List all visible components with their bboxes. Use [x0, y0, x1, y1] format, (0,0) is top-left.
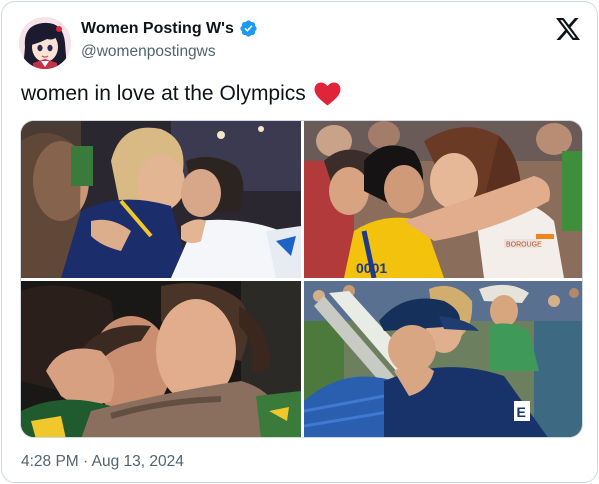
photo-3[interactable]	[21, 281, 301, 437]
photo-4-logo: E	[517, 404, 526, 420]
photo-4-image: E	[304, 281, 582, 437]
media-grid: 0001 BOROUGE E	[20, 120, 583, 438]
author-display-name[interactable]: Women Posting W's	[81, 20, 234, 38]
author-avatar[interactable]	[19, 17, 71, 69]
x-logo-icon[interactable]	[556, 18, 580, 40]
photo-1-image	[21, 121, 301, 278]
photo-3-image	[21, 281, 301, 437]
tweet-body: women in love at the Olympics	[21, 82, 306, 105]
photo-2[interactable]: 0001 BOROUGE	[304, 121, 582, 278]
photo-2-patch: BOROUGE	[506, 242, 542, 249]
photo-4[interactable]: E	[304, 281, 582, 437]
photo-1[interactable]	[21, 121, 301, 278]
anime-avatar-icon	[19, 17, 71, 69]
photo-2-jersey-number: 0001	[356, 260, 387, 276]
author-handle[interactable]: @womenpostingws	[81, 43, 216, 61]
tweet-text: women in love at the Olympics	[21, 82, 341, 106]
photo-2-image: 0001 BOROUGE	[304, 121, 582, 278]
red-heart-emoji-icon	[314, 82, 341, 106]
tweet-timestamp[interactable]: 4:28 PM · Aug 13, 2024	[21, 453, 184, 471]
tweet-card: Women Posting W's @womenpostingws women …	[1, 1, 598, 483]
author-name-row[interactable]: Women Posting W's	[81, 19, 258, 38]
verified-badge-icon	[240, 20, 257, 37]
